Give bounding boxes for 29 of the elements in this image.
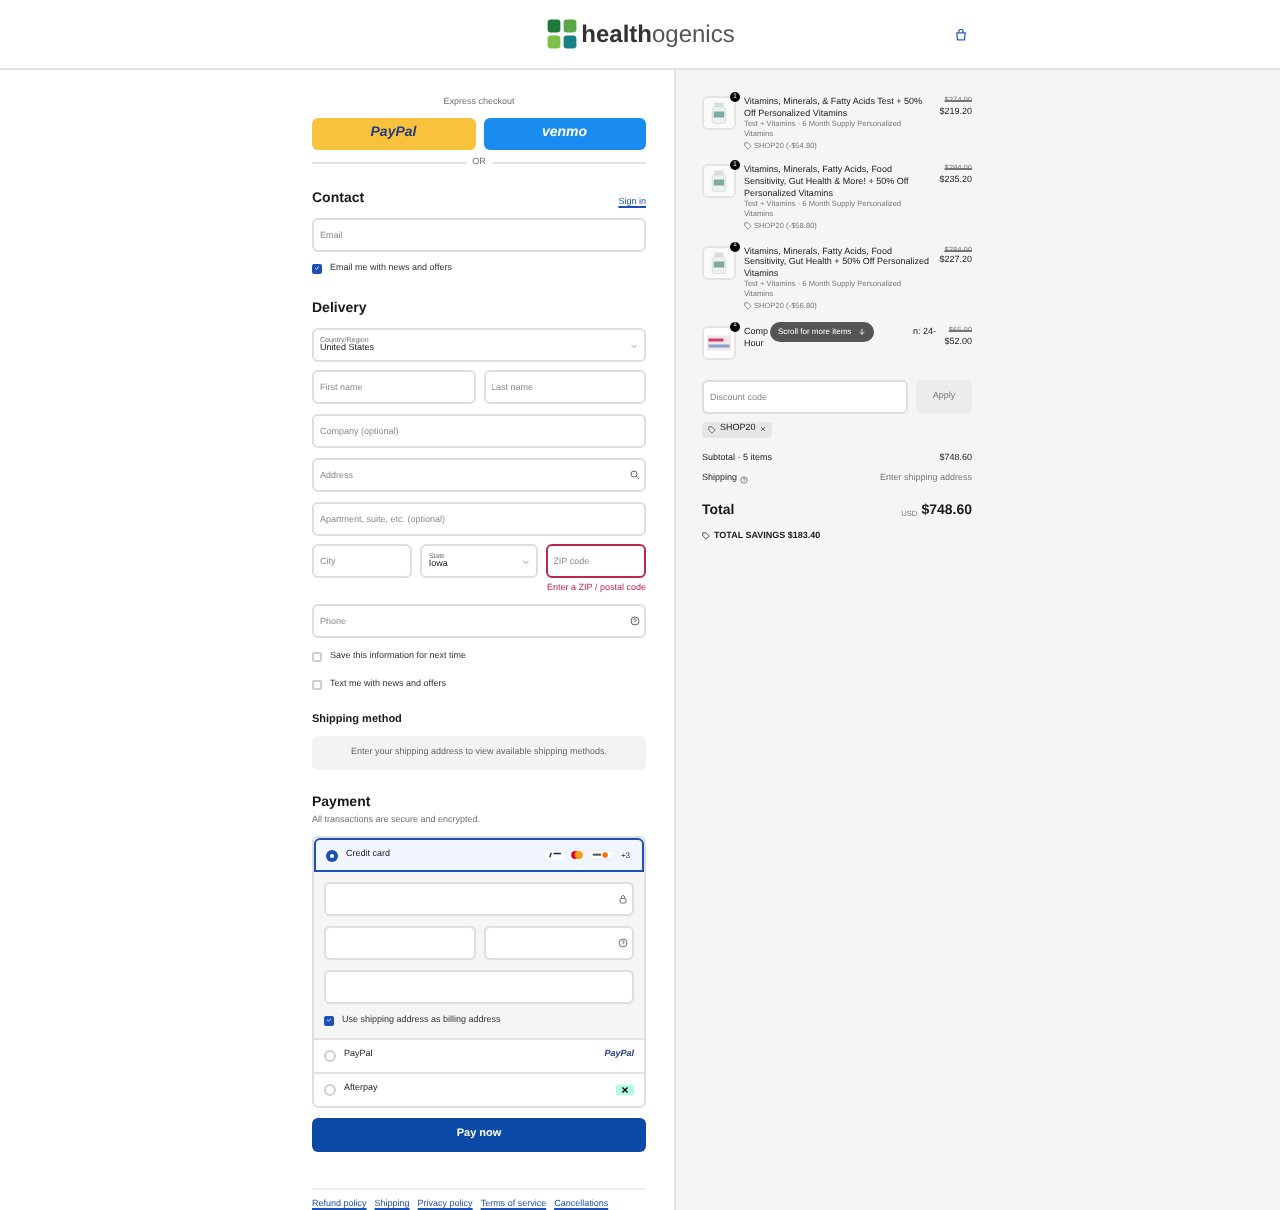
expiry-field[interactable]: [324, 926, 475, 960]
card-number-field[interactable]: [324, 882, 634, 916]
security-code-field[interactable]: [483, 926, 634, 960]
tag-icon: [702, 531, 710, 540]
remove-icon[interactable]: [759, 426, 766, 433]
card-logo-icon: [570, 850, 585, 860]
logo-text: healthogenics: [581, 18, 735, 52]
down-arrow-icon: [857, 327, 866, 336]
help-icon: [630, 616, 640, 626]
card-logo-icon: [546, 850, 565, 860]
tag-icon: [744, 222, 752, 231]
card-logo-icon: [590, 850, 613, 860]
shopping-bag-icon[interactable]: [954, 28, 968, 42]
checkbox[interactable]: [324, 1015, 334, 1026]
tag-icon: [708, 425, 716, 434]
tag-icon: [744, 142, 752, 151]
tag-icon: [744, 302, 752, 311]
logo-icon: [545, 18, 578, 50]
checkbox[interactable]: [312, 263, 322, 274]
radio-button[interactable]: [326, 849, 338, 861]
chevron-icon: [521, 557, 530, 566]
radio-button[interactable]: [324, 1049, 336, 1062]
help-icon: [618, 938, 628, 948]
help-icon: [739, 475, 748, 484]
lock-icon: [618, 894, 628, 904]
search-icon: [630, 470, 640, 481]
afterpay-logo-icon: [616, 1083, 634, 1096]
name-on-card-field[interactable]: [324, 970, 634, 1004]
radio-button[interactable]: [324, 1083, 336, 1096]
